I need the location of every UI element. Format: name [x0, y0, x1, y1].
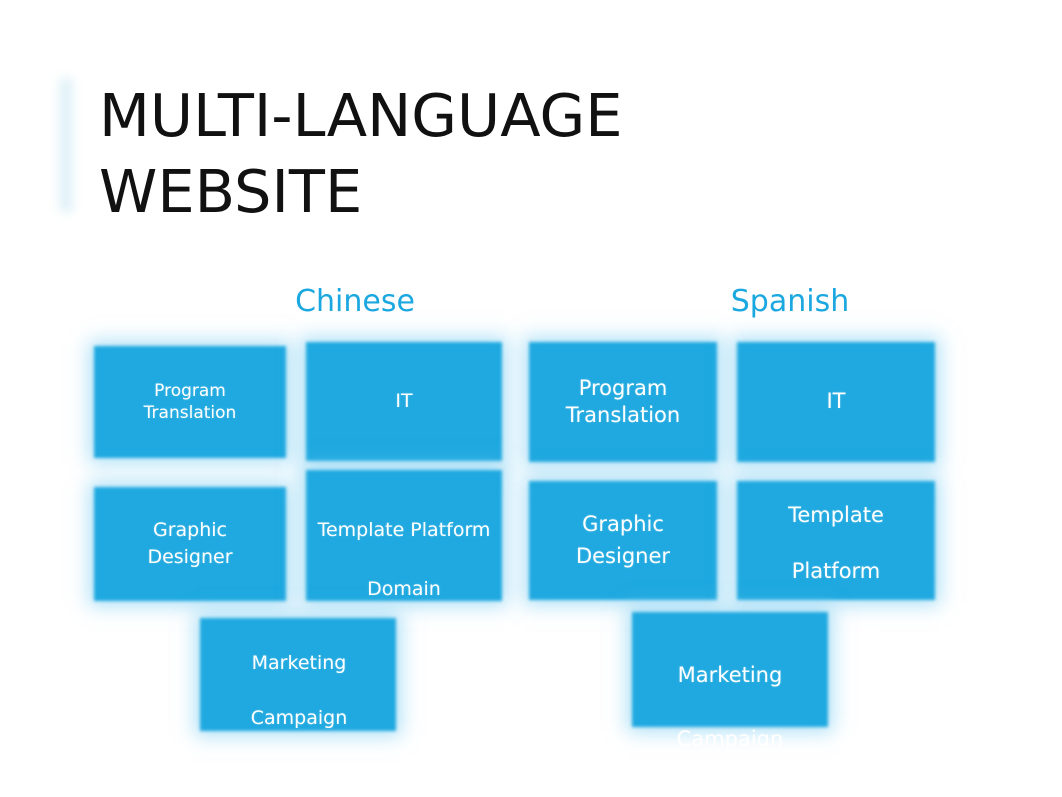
box-spanish-it[interactable] [737, 342, 935, 462]
box-spanish-program-translation[interactable] [529, 342, 717, 462]
box-spanish-graphic-designer[interactable] [529, 481, 717, 600]
box-chinese-program-translation[interactable] [94, 346, 286, 458]
box-line: Product Launch [626, 788, 834, 797]
page-title: MULTI-LANGUAGE WEBSITE [99, 81, 623, 226]
box-spanish-marketing-campaign[interactable] [632, 612, 828, 727]
box-chinese-graphic-designer[interactable] [94, 487, 286, 601]
box-line: Product Launch [225, 759, 373, 782]
column-header-spanish: Spanish [730, 284, 850, 319]
box-line: Company [786, 738, 886, 763]
box-line: Campaign [676, 726, 784, 751]
column-header-chinese: Chinese [295, 284, 415, 319]
slide-canvas: MULTI-LANGUAGE WEBSITE Chinese Spanish P… [0, 0, 1062, 797]
box-spanish-template-platform[interactable] [737, 481, 935, 600]
box-chinese-it[interactable] [306, 342, 502, 461]
box-chinese-marketing-campaign[interactable] [200, 618, 396, 731]
title-accent-bar [59, 78, 73, 212]
box-chinese-template-platform[interactable] [306, 470, 502, 601]
